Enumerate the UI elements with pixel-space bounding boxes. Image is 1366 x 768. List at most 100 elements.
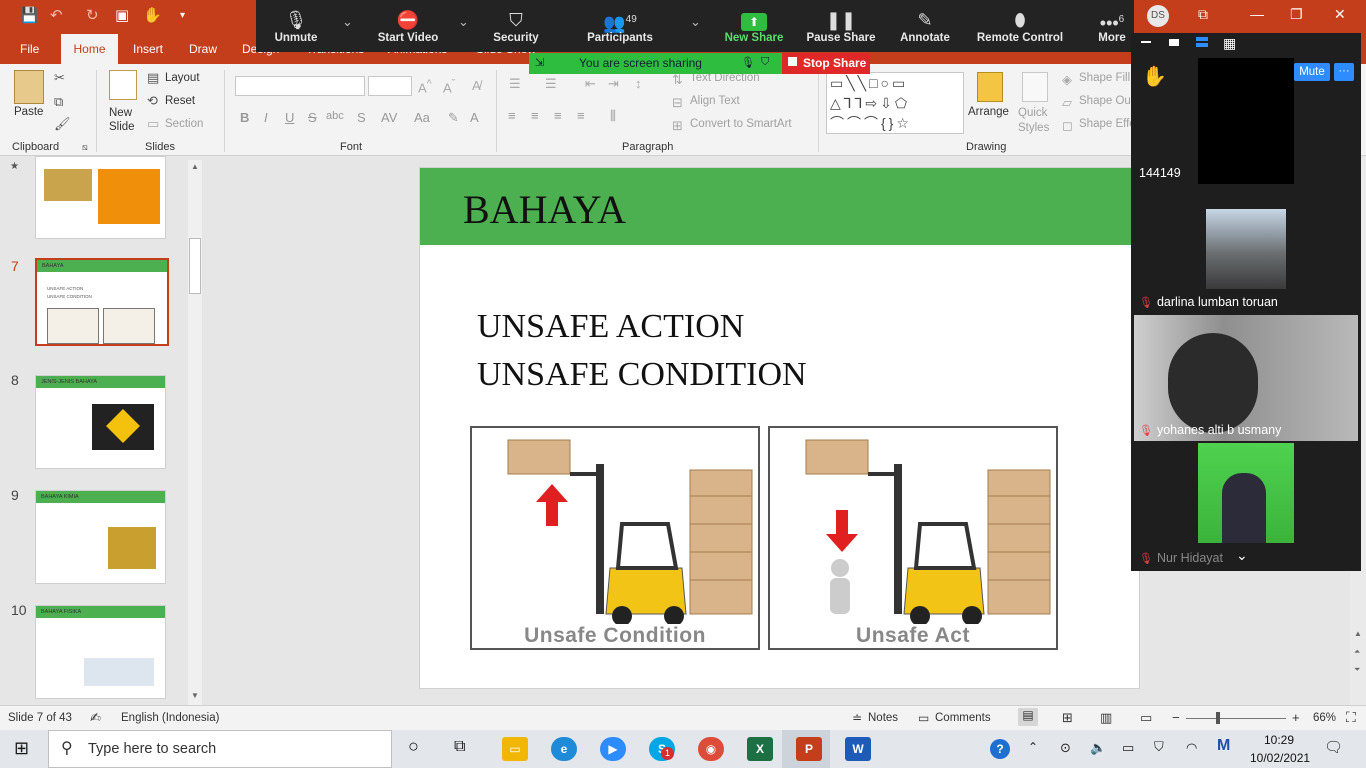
text-direction-icon[interactable]: ⇅	[672, 72, 683, 88]
ribbon-display-icon[interactable]: ⧉	[1198, 6, 1208, 23]
file-explorer-icon[interactable]: ▭	[502, 737, 528, 761]
language[interactable]: English (Indonesia)	[121, 712, 219, 724]
smartart-icon[interactable]: ⊞	[672, 118, 683, 134]
slide-canvas[interactable]: BAHAYA UNSAFE ACTION UNSAFE CONDITION Un…	[419, 167, 1141, 689]
minimize-gallery-icon[interactable]	[1141, 41, 1151, 43]
layout-button[interactable]: Layout	[165, 72, 200, 84]
redo-icon[interactable]: ↻	[86, 6, 99, 24]
highlight-icon[interactable]: ✎	[448, 110, 459, 126]
defender-icon[interactable]: ⛉	[1154, 739, 1164, 755]
webcam-icon[interactable]: ⊙	[1060, 740, 1071, 756]
bold-icon[interactable]: B	[240, 110, 249, 125]
new-slide-button[interactable]: New Slide	[109, 106, 135, 134]
spacing-icon[interactable]: AV	[381, 110, 397, 125]
video-tile[interactable]: 🎙 Nur Hidayat ⌄	[1134, 443, 1358, 569]
scrollbar-thumb[interactable]	[189, 238, 201, 294]
underline-icon[interactable]: U	[285, 110, 294, 125]
format-painter-icon[interactable]: 🖌	[54, 116, 71, 132]
paste-icon[interactable]	[14, 70, 44, 104]
clear-format-icon[interactable]: A̸	[472, 78, 481, 93]
scroll-up-icon[interactable]: ▲	[1354, 629, 1362, 638]
slide-thumbnail-10[interactable]: BAHAYA FISIKA	[35, 605, 166, 699]
mic-off-icon[interactable]: 🎙	[741, 56, 755, 69]
zoom-in-icon[interactable]: +	[1292, 710, 1300, 725]
notes-button[interactable]: Notes	[868, 712, 898, 724]
pause-share-button[interactable]: ❚❚ Pause Share	[806, 0, 876, 52]
cortana-icon[interactable]: ○	[408, 736, 419, 757]
drag-handle-icon[interactable]: ⇲	[535, 56, 544, 69]
new-slide-icon[interactable]	[109, 70, 137, 100]
fit-slide-icon[interactable]: ⛶	[1346, 709, 1356, 726]
font-color-icon[interactable]: A	[470, 110, 479, 125]
taskbar-search[interactable]: ⚲ Type here to search	[48, 730, 392, 768]
reset-icon[interactable]: ⟲	[147, 93, 158, 109]
font-name-input[interactable]	[235, 76, 365, 96]
participants-button[interactable]: 👥49 Participants	[579, 0, 661, 52]
slideshow-view-icon[interactable]: ▭	[1140, 710, 1152, 726]
video-tile[interactable]: ✋ Mute ··· 144149	[1134, 58, 1358, 184]
align-text-icon[interactable]: ⊟	[672, 95, 683, 111]
zoom-slider-thumb[interactable]	[1216, 712, 1220, 724]
slide-text-line[interactable]: UNSAFE CONDITION	[477, 356, 807, 394]
increase-indent-icon[interactable]: ⇥	[608, 76, 619, 92]
slide-title[interactable]: BAHAYA	[463, 186, 626, 233]
cut-icon[interactable]: ✂	[54, 70, 65, 86]
increase-font-icon[interactable]: A^	[418, 78, 432, 95]
new-share-button[interactable]: ⬆ New Share	[722, 0, 786, 52]
powerpoint-icon[interactable]: P	[796, 737, 822, 761]
gallery-view-icon[interactable]: ▦	[1223, 35, 1236, 52]
video-tile[interactable]: 🎙 yohanes alti b usmany	[1134, 315, 1358, 441]
shape-effects-icon[interactable]: ◻	[1062, 118, 1073, 134]
decrease-font-icon[interactable]: Aˇ	[443, 78, 455, 95]
wifi-icon[interactable]: ◠	[1186, 740, 1197, 756]
edge-icon[interactable]: e	[551, 737, 577, 761]
clock-time[interactable]: 10:29	[1264, 733, 1294, 747]
align-text-button[interactable]: Align Text	[690, 95, 740, 107]
video-tile[interactable]: 🎙 darlina lumban toruan	[1134, 187, 1358, 313]
present-icon[interactable]: ▣	[115, 6, 129, 24]
notes-icon[interactable]: ≐	[852, 711, 862, 725]
customize-quick-access-icon[interactable]: ▾	[180, 10, 185, 21]
close-icon[interactable]: ✕	[1334, 6, 1346, 23]
help-icon[interactable]: ?	[990, 739, 1010, 759]
align-center-icon[interactable]: ≡	[531, 108, 539, 123]
shapes-gallery[interactable]: ▭╲╲□○▭ △⅂⅂⇨⇩⬠ ⌒⌒⌒{}☆	[826, 72, 964, 134]
shape-effects-button[interactable]: Shape Effe	[1079, 118, 1136, 130]
scroll-up-icon[interactable]: ▲	[191, 162, 199, 171]
avatar[interactable]: DS	[1147, 5, 1169, 27]
quick-styles-icon[interactable]	[1022, 72, 1048, 102]
tab-file[interactable]: File	[14, 34, 45, 64]
shape-fill-icon[interactable]: ◈	[1062, 72, 1072, 88]
text-shadow-icon[interactable]: S	[357, 110, 366, 125]
unmute-button[interactable]: 🎙 Unmute	[264, 0, 328, 52]
character-spacing-icon[interactable]: abc	[326, 110, 344, 122]
minimize-icon[interactable]: —	[1250, 6, 1264, 22]
section-button[interactable]: Section	[165, 118, 203, 130]
slide-thumbnail-8[interactable]: JENIS-JENIS BAHAYA	[35, 375, 166, 469]
unsafe-act-image[interactable]: Unsafe Act	[768, 426, 1058, 650]
tab-home[interactable]: Home	[61, 34, 118, 64]
chrome-icon[interactable]: ◉	[698, 737, 724, 761]
change-case-icon[interactable]: Aa	[414, 110, 430, 125]
scroll-down-icon[interactable]: ▼	[191, 691, 199, 700]
undo-icon[interactable]: ↶	[50, 6, 63, 24]
battery-icon[interactable]: ▭	[1122, 740, 1134, 756]
slide-thumbnail-9[interactable]: BAHAYA KIMIA	[35, 490, 166, 584]
excel-icon[interactable]: X	[747, 737, 773, 761]
show-hidden-icons-icon[interactable]: ⌃	[1028, 740, 1038, 754]
arrange-icon[interactable]	[977, 72, 1003, 102]
convert-smartart-button[interactable]: Convert to SmartArt	[690, 118, 792, 130]
columns-icon[interactable]: ⫼	[610, 108, 616, 124]
mute-participant-button[interactable]: Mute	[1294, 63, 1330, 81]
zoom-out-icon[interactable]: −	[1172, 710, 1180, 725]
audio-options-chevron-icon[interactable]: ⌄	[342, 14, 353, 30]
quick-styles-button[interactable]: Quick Styles	[1018, 106, 1049, 136]
italic-icon[interactable]: I	[264, 110, 268, 125]
tab-insert[interactable]: Insert	[127, 34, 169, 64]
security-button[interactable]: ⛉ Security	[486, 0, 546, 52]
comments-icon[interactable]: ▭	[918, 711, 929, 725]
next-slide-icon[interactable]: ⏷	[1354, 665, 1360, 675]
spellcheck-icon[interactable]: ✍	[90, 710, 101, 726]
align-left-icon[interactable]: ≡	[508, 108, 516, 123]
remote-control-button[interactable]: ⬮ Remote Control	[974, 0, 1066, 52]
